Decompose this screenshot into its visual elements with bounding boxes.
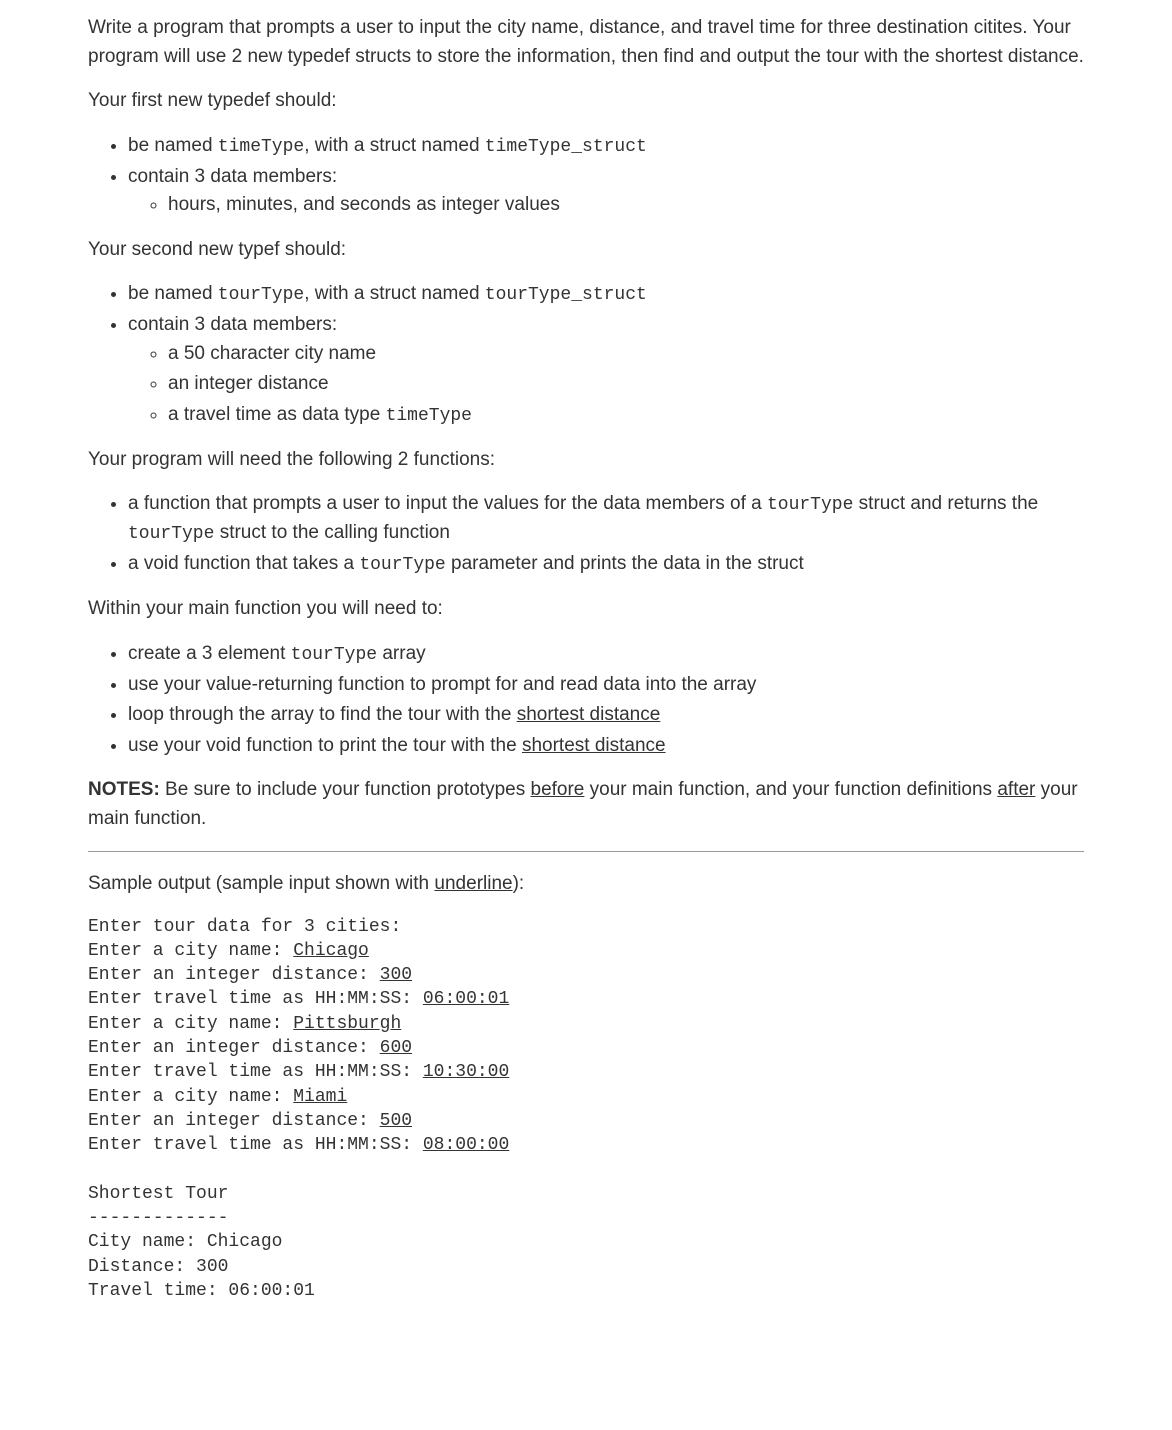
main-list: create a 3 element tourType array use yo… (88, 640, 1084, 761)
list-item: a travel time as data type timeType (168, 401, 1084, 430)
code-inline: tourType (359, 555, 445, 575)
divider (88, 851, 1084, 852)
text: parameter and prints the data in the str… (446, 553, 804, 574)
text: , with a struct named (304, 135, 485, 156)
typedef1-list: be named timeType, with a struct named t… (88, 132, 1084, 220)
list-item: hours, minutes, and seconds as integer v… (168, 191, 1084, 220)
user-input: 08:00:00 (423, 1135, 509, 1155)
text: struct and returns the (853, 493, 1038, 514)
output-line: Enter tour data for 3 cities: (88, 917, 401, 937)
text: contain 3 data members: (128, 314, 337, 335)
underlined-text: shortest distance (517, 704, 661, 725)
text: use your void function to print the tour… (128, 735, 522, 756)
underlined-text: after (997, 779, 1035, 800)
code-inline: timeType (218, 137, 304, 157)
user-input: 10:30:00 (423, 1062, 509, 1082)
text: create a 3 element (128, 643, 291, 664)
output-line: City name: Chicago (88, 1232, 282, 1252)
text: contain 3 data members: (128, 166, 337, 187)
sample-output-block: Enter tour data for 3 cities: Enter a ci… (88, 915, 1084, 1304)
text: be named (128, 283, 218, 304)
output-line: Enter a city name: (88, 1014, 293, 1034)
output-line: Enter travel time as HH:MM:SS: (88, 1135, 423, 1155)
typedef1-heading: Your first new typedef should: (88, 87, 1084, 116)
list-item: contain 3 data members: hours, minutes, … (128, 163, 1084, 220)
code-inline: tourType (767, 495, 853, 515)
text: your main function, and your function de… (584, 779, 997, 800)
functions-list: a function that prompts a user to input … (88, 490, 1084, 579)
functions-heading: Your program will need the following 2 f… (88, 446, 1084, 475)
main-heading: Within your main function you will need … (88, 595, 1084, 624)
user-input: 06:00:01 (423, 989, 509, 1009)
output-line: Enter a city name: (88, 941, 293, 961)
underlined-text: before (531, 779, 585, 800)
text: array (377, 643, 426, 664)
intro-paragraph: Write a program that prompts a user to i… (88, 14, 1084, 71)
notes-label: NOTES: (88, 779, 160, 800)
list-item: a function that prompts a user to input … (128, 490, 1084, 548)
user-input: Chicago (293, 941, 369, 961)
text: Sample output (sample input shown with (88, 873, 434, 894)
list-item: loop through the array to find the tour … (128, 701, 1084, 730)
text: struct to the calling function (214, 522, 450, 543)
code-inline: tourType (291, 645, 377, 665)
output-line: Enter an integer distance: (88, 1111, 380, 1131)
text: a void function that takes a (128, 553, 359, 574)
list-item: contain 3 data members: a 50 character c… (128, 311, 1084, 430)
output-line: Enter travel time as HH:MM:SS: (88, 989, 423, 1009)
code-inline: tourType (218, 285, 304, 305)
output-line: Enter an integer distance: (88, 1038, 380, 1058)
text: ): (513, 873, 525, 894)
user-input: Miami (293, 1087, 347, 1107)
notes-paragraph: NOTES: Be sure to include your function … (88, 776, 1084, 833)
user-input: Pittsburgh (293, 1014, 401, 1034)
list-item: a void function that takes a tourType pa… (128, 550, 1084, 579)
list-item: use your void function to print the tour… (128, 732, 1084, 761)
underlined-text: shortest distance (522, 735, 666, 756)
code-inline: tourType (128, 524, 214, 544)
list-item: be named timeType, with a struct named t… (128, 132, 1084, 161)
output-line: Enter a city name: (88, 1087, 293, 1107)
text: be named (128, 135, 218, 156)
user-input: 300 (380, 965, 412, 985)
text: a travel time as data type (168, 404, 386, 425)
output-line: Enter an integer distance: (88, 965, 380, 985)
text: Be sure to include your function prototy… (160, 779, 531, 800)
output-line: Distance: 300 (88, 1257, 228, 1277)
list-item: an integer distance (168, 370, 1084, 399)
text: , with a struct named (304, 283, 485, 304)
code-inline: timeType_struct (485, 137, 647, 157)
typedef2-heading: Your second new typef should: (88, 236, 1084, 265)
sample-heading: Sample output (sample input shown with u… (88, 870, 1084, 899)
list-item: a 50 character city name (168, 340, 1084, 369)
user-input: 600 (380, 1038, 412, 1058)
output-line: Shortest Tour (88, 1184, 228, 1204)
code-inline: tourType_struct (485, 285, 647, 305)
list-item: create a 3 element tourType array (128, 640, 1084, 669)
user-input: 500 (380, 1111, 412, 1131)
list-item: use your value-returning function to pro… (128, 671, 1084, 700)
list-item: be named tourType, with a struct named t… (128, 280, 1084, 309)
code-inline: timeType (386, 406, 472, 426)
nested-list: a 50 character city name an integer dist… (128, 340, 1084, 430)
text: loop through the array to find the tour … (128, 704, 517, 725)
underlined-text: underline (434, 873, 512, 894)
typedef2-list: be named tourType, with a struct named t… (88, 280, 1084, 430)
output-line: ------------- (88, 1208, 228, 1228)
nested-list: hours, minutes, and seconds as integer v… (128, 191, 1084, 220)
text: a function that prompts a user to input … (128, 493, 767, 514)
output-line: Enter travel time as HH:MM:SS: (88, 1062, 423, 1082)
output-line: Travel time: 06:00:01 (88, 1281, 315, 1301)
